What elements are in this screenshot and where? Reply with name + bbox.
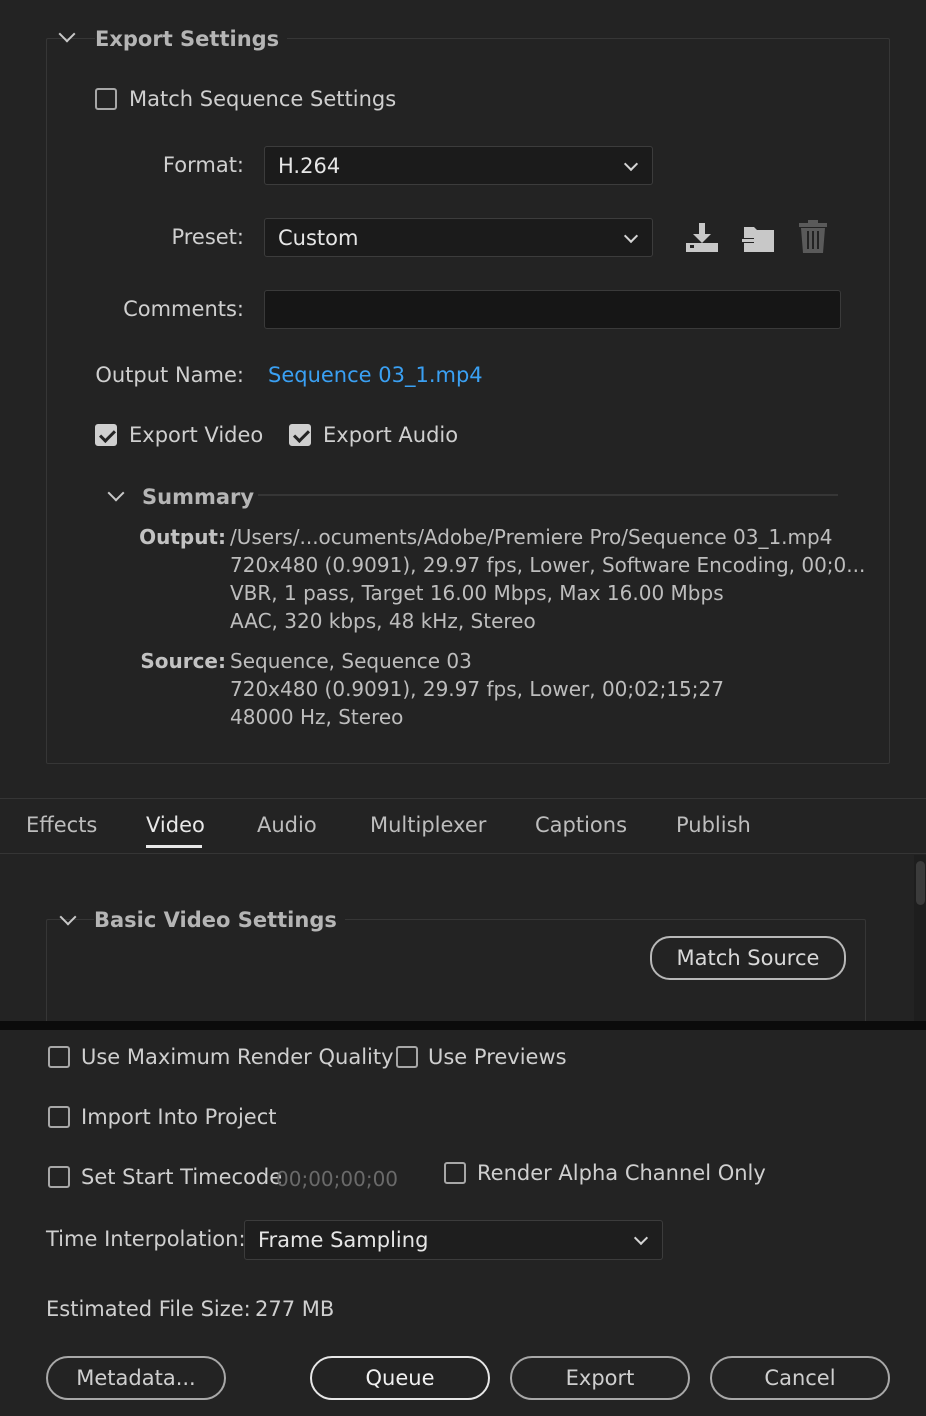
export-settings-panel: Export Settings Match Sequence Settings … — [0, 0, 926, 798]
set-start-timecode-checkbox[interactable] — [48, 1166, 70, 1188]
export-settings-title: Export Settings — [95, 27, 288, 51]
use-previews-label: Use Previews — [428, 1045, 567, 1069]
tab-multiplexer[interactable]: Multiplexer — [370, 813, 486, 837]
comments-label: Comments: — [123, 297, 244, 321]
export-video-label: Export Video — [129, 423, 264, 447]
time-interpolation-dropdown[interactable]: Frame Sampling — [244, 1220, 663, 1260]
import-into-project-label: Import Into Project — [81, 1105, 277, 1129]
tab-effects[interactable]: Effects — [26, 813, 97, 837]
delete-preset-icon[interactable] — [796, 219, 830, 255]
export-button[interactable]: Export — [510, 1356, 690, 1400]
preset-label: Preset: — [171, 225, 244, 249]
panel-divider[interactable] — [0, 1021, 926, 1030]
summary-source-line: 720x480 (0.9091), 29.97 fps, Lower, 00;0… — [230, 677, 724, 701]
max-render-quality-checkbox[interactable] — [48, 1046, 70, 1068]
use-previews-checkbox[interactable] — [396, 1046, 418, 1068]
summary-source-label: Source: — [140, 649, 226, 673]
summary-source-line: Sequence, Sequence 03 — [230, 649, 472, 673]
export-video-checkbox[interactable] — [95, 424, 117, 446]
video-settings-area: Basic Video Settings Match Source — [0, 855, 926, 1021]
preset-value: Custom — [278, 225, 359, 250]
start-timecode-value[interactable]: 00;00;00;00 — [276, 1167, 398, 1191]
chevron-down-icon — [623, 228, 639, 243]
metadata-button[interactable]: Metadata... — [46, 1356, 226, 1400]
time-interpolation-value: Frame Sampling — [258, 1228, 429, 1252]
set-start-timecode-label: Set Start Timecode — [81, 1165, 283, 1189]
summary-source-line: 48000 Hz, Stereo — [230, 705, 404, 729]
chevron-down-icon — [623, 156, 639, 171]
chevron-down-icon — [633, 1230, 649, 1246]
tab-audio[interactable]: Audio — [257, 813, 317, 837]
output-name-label: Output Name: — [95, 363, 244, 387]
summary-output-line: /Users/...ocuments/Adobe/Premiere Pro/Se… — [230, 525, 833, 549]
scrollbar-thumb[interactable] — [916, 861, 925, 905]
video-settings-scrollbar[interactable] — [914, 855, 926, 1021]
tab-publish[interactable]: Publish — [676, 813, 751, 837]
export-audio-label: Export Audio — [323, 423, 459, 447]
comments-input[interactable] — [264, 290, 841, 329]
cancel-button[interactable]: Cancel — [710, 1356, 890, 1400]
match-source-button[interactable]: Match Source — [650, 936, 846, 980]
output-name-link[interactable]: Sequence 03_1.mp4 — [268, 363, 483, 387]
match-sequence-label: Match Sequence Settings — [129, 87, 397, 111]
estimated-file-size-value: 277 MB — [255, 1297, 335, 1321]
summary-divider — [258, 494, 838, 496]
summary-output-line: AAC, 320 kbps, 48 kHz, Stereo — [230, 609, 536, 633]
active-tab-indicator — [146, 845, 202, 848]
basic-video-settings-title: Basic Video Settings — [94, 908, 345, 932]
tab-video[interactable]: Video — [146, 813, 205, 837]
bottom-options-panel: Use Maximum Render Quality Use Previews … — [0, 1030, 926, 1416]
summary-output-line: 720x480 (0.9091), 29.97 fps, Lower, Soft… — [230, 553, 866, 577]
summary-output-label: Output: — [139, 525, 226, 549]
summary-output-line: VBR, 1 pass, Target 16.00 Mbps, Max 16.0… — [230, 581, 724, 605]
tab-captions[interactable]: Captions — [535, 813, 627, 837]
import-preset-icon[interactable] — [740, 221, 776, 255]
format-label: Format: — [162, 153, 244, 177]
import-into-project-checkbox[interactable] — [48, 1106, 70, 1128]
render-alpha-label: Render Alpha Channel Only — [477, 1161, 766, 1185]
export-audio-checkbox[interactable] — [289, 424, 311, 446]
render-alpha-checkbox[interactable] — [444, 1162, 466, 1184]
summary-title: Summary — [142, 485, 263, 509]
format-dropdown[interactable]: H.264 — [264, 146, 653, 185]
max-render-quality-label: Use Maximum Render Quality — [81, 1045, 394, 1069]
queue-button[interactable]: Queue — [310, 1356, 490, 1400]
preset-dropdown[interactable]: Custom — [264, 218, 653, 257]
settings-tabs: Effects Video Audio Multiplexer Captions… — [0, 798, 926, 854]
format-value: H.264 — [278, 153, 341, 178]
save-preset-icon[interactable] — [684, 221, 720, 255]
time-interpolation-label: Time Interpolation: — [46, 1227, 246, 1251]
match-sequence-checkbox[interactable] — [95, 88, 117, 110]
estimated-file-size-label: Estimated File Size: — [46, 1297, 251, 1321]
